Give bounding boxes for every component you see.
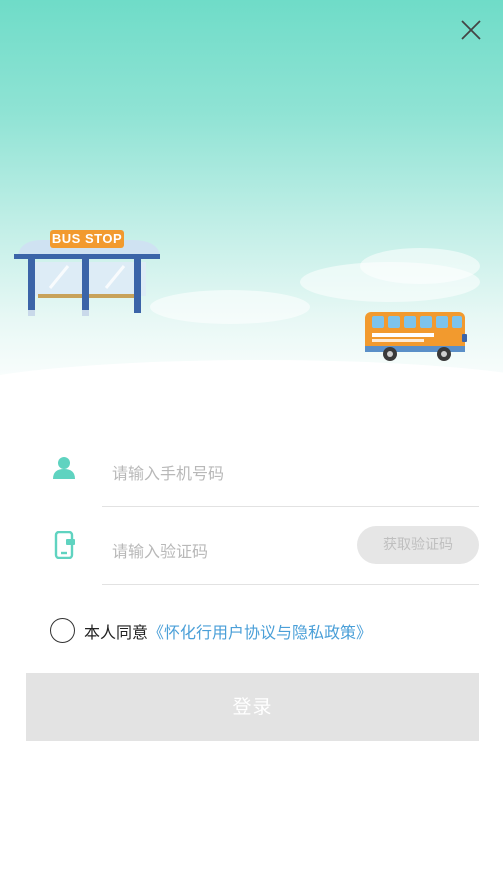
mobile-phone-icon <box>52 530 76 560</box>
close-button[interactable] <box>459 18 483 42</box>
cloud <box>360 248 480 284</box>
close-icon <box>461 20 481 40</box>
get-code-button[interactable]: 获取验证码 <box>357 526 479 564</box>
radio-unchecked-icon[interactable] <box>50 618 75 643</box>
hero-banner: BUS STOP <box>0 0 503 400</box>
code-input[interactable] <box>110 532 354 570</box>
ground <box>0 360 503 400</box>
phone-row <box>102 440 479 507</box>
agreement-text: 本人同意《怀化行用户协议与隐私政策》 <box>84 619 372 643</box>
cloud <box>150 290 310 324</box>
agreement-row: 本人同意《怀化行用户协议与隐私政策》 <box>50 615 470 645</box>
bus-icon <box>365 312 467 361</box>
bus-stop-illustration: BUS STOP <box>12 226 162 320</box>
agreement-prefix: 本人同意 <box>84 623 149 642</box>
agreement-link[interactable]: 《怀化行用户协议与隐私政策》 <box>148 623 372 642</box>
phone-input[interactable] <box>110 454 354 492</box>
code-row: 获取验证码 <box>102 518 479 585</box>
bus-stop-sign: BUS STOP <box>50 230 124 248</box>
user-icon <box>52 455 76 483</box>
login-button[interactable]: 登录 <box>26 673 479 741</box>
